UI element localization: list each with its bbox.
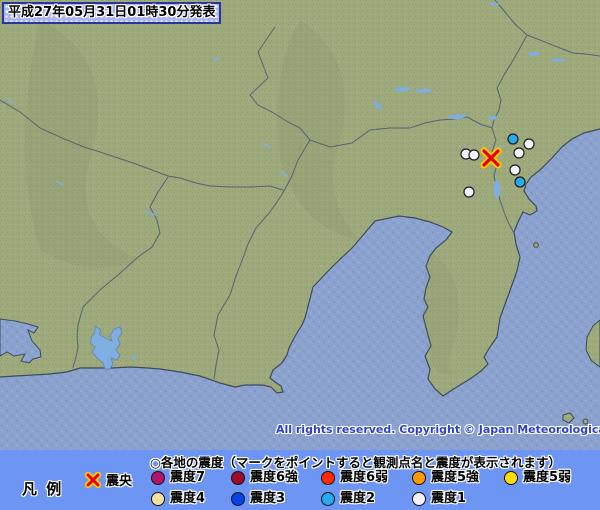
legend-epicenter-label: 震央	[106, 474, 133, 489]
intensity-label: 震度5弱	[523, 470, 572, 485]
observation-point-shindo-1[interactable]	[468, 149, 480, 161]
legend-note: ○各地の震度（マークをポイントすると観測点名と震度が表示されます）	[150, 455, 561, 470]
copyright-text: All rights reserved. Copyright © Japan M…	[276, 423, 600, 436]
legend-epicenter-key: 震央	[84, 470, 132, 489]
intensity-label: 震度6強	[250, 470, 299, 485]
legend-title: 凡 例	[22, 480, 64, 498]
legend-item-shindo-1: 震度1	[412, 491, 466, 507]
intensity-label: 震度4	[170, 491, 206, 506]
epicenter-x-icon	[84, 471, 102, 488]
intensity-label: 震度5強	[431, 470, 480, 485]
legend-item-shindo-2: 震度2	[321, 491, 375, 507]
legend-item-shindo-6+: 震度6強	[231, 470, 298, 486]
intensity-color-dot	[151, 471, 165, 485]
observation-point-shindo-1[interactable]	[463, 186, 475, 198]
observation-point-shindo-1[interactable]	[523, 138, 535, 150]
hatsushima-island	[533, 242, 539, 248]
intensity-color-dot	[412, 471, 426, 485]
observation-point-shindo-2[interactable]	[507, 133, 519, 145]
intensity-color-dot	[321, 471, 335, 485]
small-lagoon	[132, 355, 136, 359]
map-area: 平成27年05月31日01時30分発表 All rights reserved.…	[0, 0, 600, 450]
announcement-time-box: 平成27年05月31日01時30分発表	[2, 2, 222, 24]
intensity-map	[0, 0, 600, 450]
legend-panel: ○各地の震度（マークをポイントすると観測点名と震度が表示されます） 凡 例 震央…	[0, 450, 600, 510]
intensity-color-dot	[151, 492, 165, 506]
intensity-color-dot	[504, 471, 518, 485]
epicenter-marker[interactable]	[480, 147, 502, 169]
observation-point-shindo-1[interactable]	[513, 147, 525, 159]
observation-point-shindo-2[interactable]	[514, 176, 526, 188]
legend-item-shindo-5-: 震度5弱	[504, 470, 571, 486]
intensity-label: 震度1	[431, 491, 467, 506]
legend-item-shindo-6-: 震度6弱	[321, 470, 388, 486]
legend-item-shindo-7: 震度7	[151, 470, 205, 486]
intensity-label: 震度6弱	[340, 470, 389, 485]
jma-seismic-intensity-page: 平成27年05月31日01時30分発表 All rights reserved.…	[0, 0, 600, 510]
intensity-color-dot	[231, 492, 245, 506]
legend-item-shindo-5+: 震度5強	[412, 470, 479, 486]
intensity-color-dot	[231, 471, 245, 485]
intensity-color-dot	[412, 492, 426, 506]
legend-item-shindo-4: 震度4	[151, 491, 205, 507]
intensity-label: 震度7	[170, 470, 206, 485]
announcement-time-text: 平成27年05月31日01時30分発表	[8, 5, 216, 20]
legend-item-shindo-3: 震度3	[231, 491, 285, 507]
observation-point-shindo-1[interactable]	[509, 164, 521, 176]
intensity-label: 震度3	[250, 491, 286, 506]
intensity-label: 震度2	[340, 491, 376, 506]
intensity-color-dot	[321, 492, 335, 506]
